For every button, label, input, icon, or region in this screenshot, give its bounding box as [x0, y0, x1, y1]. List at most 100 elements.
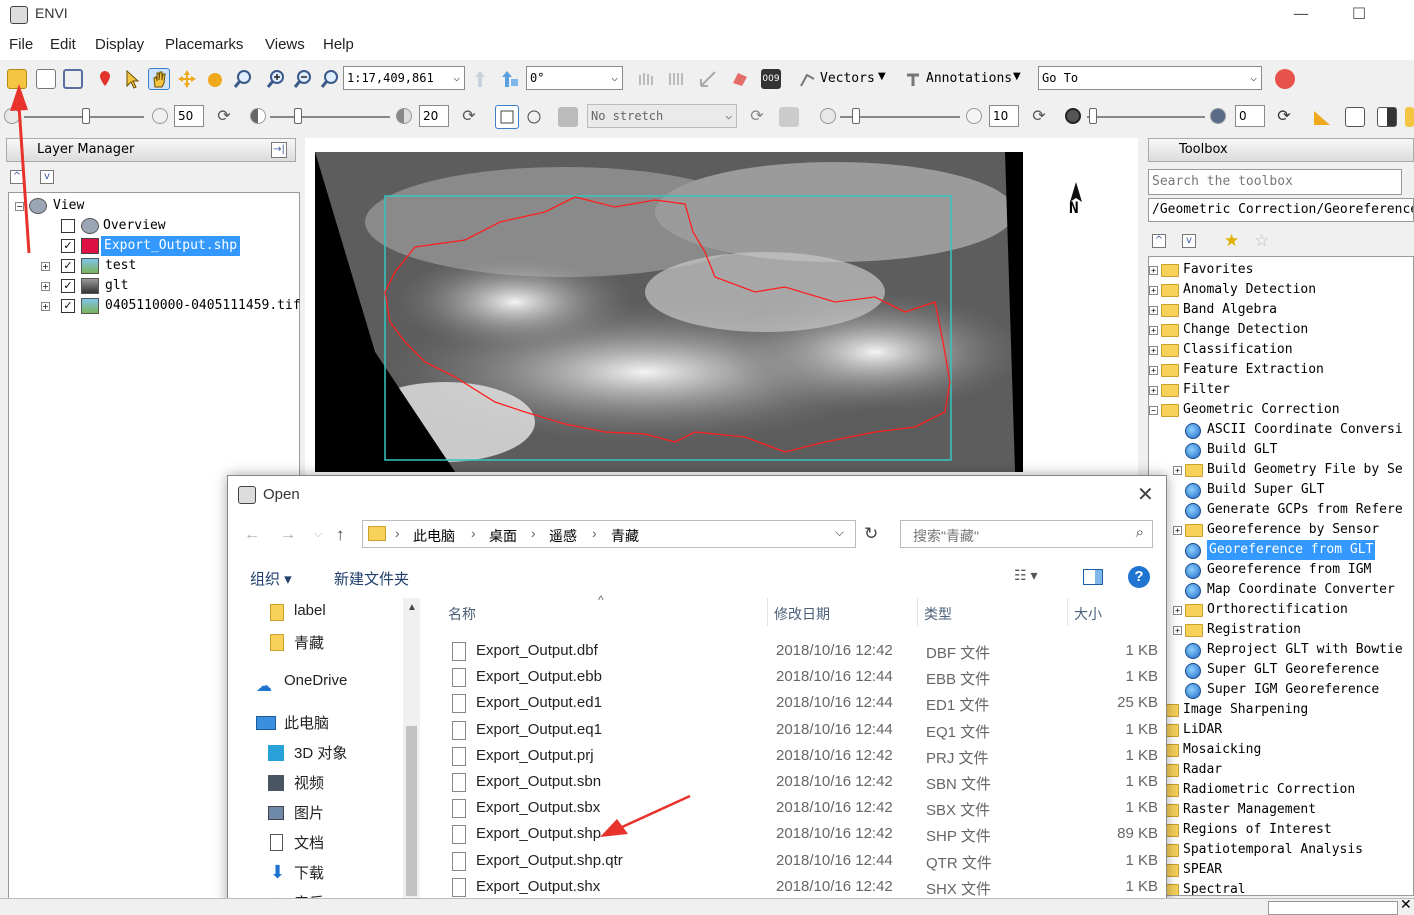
- expand-icon[interactable]: +: [1173, 626, 1182, 635]
- refresh-icon[interactable]: ↻: [864, 524, 878, 544]
- toolbox-item[interactable]: +Raster Management: [1149, 800, 1413, 820]
- expand-icon[interactable]: +: [1149, 346, 1158, 355]
- toolbox-item[interactable]: Reproject GLT with Bowtie: [1149, 640, 1413, 660]
- expand-icon[interactable]: +: [1173, 526, 1182, 535]
- menu-help[interactable]: Help: [323, 36, 354, 53]
- forward-arrow-icon[interactable]: →: [280, 526, 296, 544]
- collapse-icon[interactable]: −: [1149, 406, 1158, 415]
- toolbox-item[interactable]: ASCII Coordinate Conversi: [1149, 420, 1413, 440]
- layer-checkbox[interactable]: ✓: [61, 299, 75, 313]
- nav-item-documents[interactable]: 文档: [270, 832, 324, 853]
- rotate-view-icon[interactable]: [500, 69, 520, 89]
- toolbox-item[interactable]: Super GLT Georeference: [1149, 660, 1413, 680]
- gear-icon[interactable]: [1275, 69, 1295, 89]
- layer-item-overview[interactable]: Overview: [61, 216, 291, 236]
- nav-item-videos[interactable]: 视频: [268, 772, 324, 793]
- toolbox-item[interactable]: + Band Algebra: [1149, 300, 1413, 320]
- nav-item-onedrive[interactable]: ☁ OneDrive: [256, 672, 347, 695]
- breadcrumb-qingzang[interactable]: 青藏: [611, 526, 639, 546]
- reset-contrast-icon[interactable]: ⟳: [459, 106, 479, 126]
- layer-checkbox[interactable]: ✓: [61, 259, 75, 273]
- new-folder-button[interactable]: 新建文件夹: [334, 568, 409, 589]
- expand-all-icon[interactable]: v: [40, 170, 54, 184]
- nav-item-qingzang[interactable]: 青藏: [270, 632, 324, 653]
- vectors-label[interactable]: Vectors: [820, 71, 875, 86]
- remove-favorite-star-icon[interactable]: ☆: [1254, 231, 1269, 251]
- expand-icon[interactable]: +: [1149, 306, 1158, 315]
- toolbox-item[interactable]: − Geometric Correction: [1149, 400, 1413, 420]
- layer-item-test[interactable]: + ✓ test: [39, 256, 289, 276]
- file-row[interactable]: Export_Output.shx 2018/10/16 12:42 SHX 文件 1…: [424, 875, 1166, 901]
- stretch-extent-icon[interactable]: [495, 105, 519, 129]
- up-arrow-icon[interactable]: ↑: [336, 525, 345, 545]
- nav-item-3d-objects[interactable]: 3D 对象: [268, 742, 347, 763]
- toolbox-item[interactable]: +Radar: [1149, 760, 1413, 780]
- cursor-value-icon[interactable]: [698, 69, 718, 89]
- column-name-header[interactable]: 名称: [448, 604, 476, 624]
- expand-icon[interactable]: +: [1149, 326, 1158, 335]
- expand-icon[interactable]: +: [1173, 606, 1182, 615]
- sharpen-knob[interactable]: [852, 108, 860, 124]
- menu-placemarks[interactable]: Placemarks: [165, 36, 243, 53]
- file-row[interactable]: Export_Output.eq1 2018/10/16 12:44 EQ1 文件 1…: [424, 718, 1166, 744]
- expand-icon[interactable]: +: [1149, 386, 1158, 395]
- vectors-icon[interactable]: [798, 69, 818, 89]
- menu-display[interactable]: Display: [95, 36, 144, 53]
- layer-checkbox[interactable]: ✓: [61, 279, 75, 293]
- expand-icon[interactable]: +: [1173, 466, 1182, 475]
- expand-icon[interactable]: +: [1149, 286, 1158, 295]
- toolbox-item[interactable]: Generate GCPs from Refere: [1149, 500, 1413, 520]
- toolbox-item[interactable]: +SPEAR: [1149, 860, 1413, 880]
- ruler-icon[interactable]: [1312, 107, 1332, 127]
- file-row[interactable]: Export_Output.shp 2018/10/16 12:42 SHP 文件 8…: [424, 822, 1166, 848]
- transparency-knob[interactable]: [1089, 108, 1097, 124]
- breadcrumb-remote-sensing[interactable]: 遥感: [549, 526, 577, 546]
- scroll-up-icon[interactable]: ▲: [407, 602, 417, 613]
- toolbox-item[interactable]: Super IGM Georeference: [1149, 680, 1413, 700]
- file-row[interactable]: Export_Output.ed1 2018/10/16 12:44 ED1 文件 2…: [424, 691, 1166, 717]
- toolbox-item[interactable]: Build Super GLT: [1149, 480, 1413, 500]
- annotations-label[interactable]: Annotations: [926, 71, 1012, 86]
- reset-brightness-icon[interactable]: ⟳: [214, 106, 234, 126]
- file-row[interactable]: Export_Output.dbf 2018/10/16 12:42 DBF 文件 1…: [424, 639, 1166, 665]
- reset-sharpen-icon[interactable]: ⟳: [1029, 106, 1049, 126]
- toolbox-item[interactable]: + Feature Extraction: [1149, 360, 1413, 380]
- toolbox-item[interactable]: Georeference from IGM: [1149, 560, 1413, 580]
- layer-item-glt[interactable]: + ✓ glt: [39, 276, 289, 296]
- annotations-icon[interactable]: [903, 69, 923, 89]
- file-row[interactable]: Export_Output.prj 2018/10/16 12:42 PRJ 文件 1…: [424, 744, 1166, 770]
- file-row[interactable]: Export_Output.sbn 2018/10/16 12:42 SBN 文件 1…: [424, 770, 1166, 796]
- reset-transparency-icon[interactable]: ⟳: [1274, 106, 1294, 126]
- toolbox-item[interactable]: + Anomaly Detection: [1149, 280, 1413, 300]
- toolbox-item[interactable]: + Registration: [1149, 620, 1413, 640]
- stretch-type-icon[interactable]: [558, 107, 578, 127]
- vectors-dropdown-icon[interactable]: ▼: [878, 71, 886, 82]
- zoom-icon[interactable]: [233, 69, 253, 89]
- chip-icon[interactable]: [63, 69, 83, 89]
- column-type-header[interactable]: 类型: [924, 604, 952, 624]
- expand-icon[interactable]: +: [41, 262, 50, 271]
- zoom-in-icon[interactable]: [266, 69, 286, 89]
- placemark-icon[interactable]: [95, 69, 115, 89]
- toolbox-item[interactable]: Map Coordinate Converter: [1149, 580, 1413, 600]
- rotate-north-icon[interactable]: [473, 69, 493, 89]
- pan-icon[interactable]: [148, 68, 170, 90]
- layer-item-export-output-shp[interactable]: ✓ Export_Output.shp: [61, 236, 291, 256]
- dock-icon[interactable]: →|: [271, 142, 287, 158]
- help-icon[interactable]: ?: [1128, 566, 1150, 588]
- swipe-icon[interactable]: [1377, 107, 1397, 127]
- expand-icon[interactable]: +: [41, 302, 50, 311]
- nav-item-this-pc[interactable]: 此电脑: [256, 712, 329, 733]
- organize-button[interactable]: 组织 ▾: [250, 568, 292, 589]
- goto-select[interactable]: Go To ⌵: [1038, 66, 1262, 90]
- view-options-icon[interactable]: ☷ ▾: [1014, 567, 1037, 584]
- flicker-icon[interactable]: [1405, 107, 1414, 127]
- menu-edit[interactable]: Edit: [50, 36, 76, 53]
- toolbox-search-input[interactable]: Search the toolbox: [1148, 169, 1402, 195]
- toolbox-item[interactable]: Build GLT: [1149, 440, 1413, 460]
- crosshair-icon[interactable]: [636, 69, 656, 89]
- toolbox-item[interactable]: + Change Detection: [1149, 320, 1413, 340]
- refresh-stretch-icon[interactable]: ⟳: [747, 106, 767, 126]
- minimize-button[interactable]: —: [1287, 2, 1315, 26]
- nav-scrollbar[interactable]: ▲: [403, 598, 420, 915]
